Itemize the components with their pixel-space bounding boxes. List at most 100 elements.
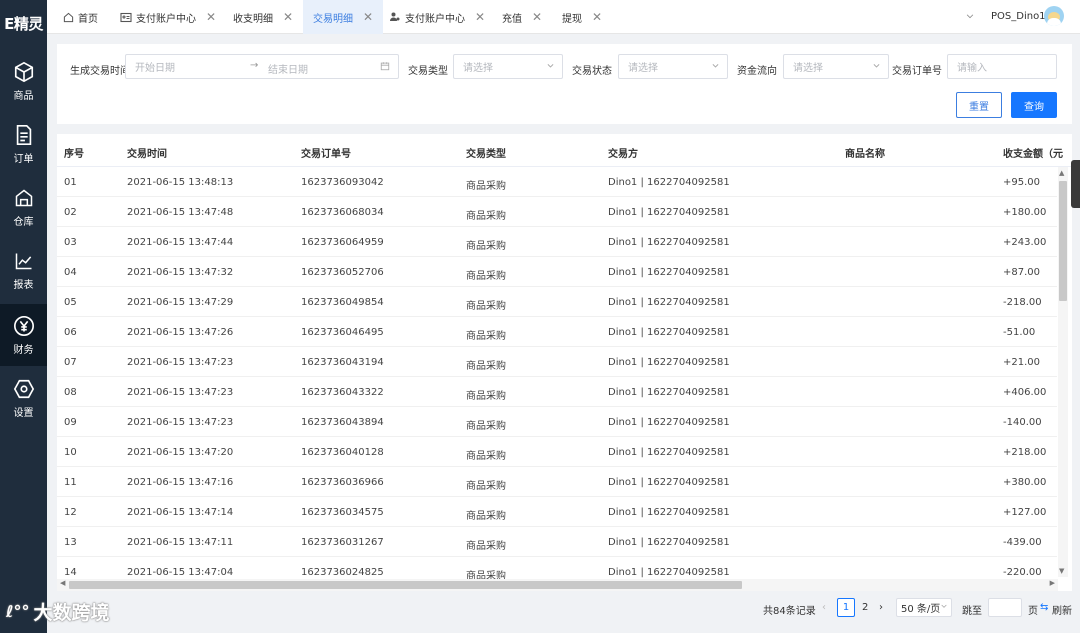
start-date-input[interactable]: 开始日期 (135, 59, 175, 74)
cell-time: 2021-06-15 13:48:13 (127, 177, 234, 188)
reset-button[interactable]: 重置 (956, 92, 1002, 118)
close-icon[interactable]: ✕ (206, 10, 216, 24)
cell-time: 2021-06-15 13:47:11 (127, 537, 234, 548)
sidebar-item-finance[interactable]: 财务 (0, 304, 47, 366)
tab-recharge[interactable]: 充值 ✕ (502, 0, 542, 34)
chevron-down-icon[interactable] (965, 11, 975, 24)
yen-icon (13, 315, 35, 337)
scroll-right-icon[interactable]: ▶ (1050, 579, 1055, 587)
cell-type: 商品采购 (466, 241, 506, 252)
table-row[interactable]: 12 2021-06-15 13:47:14 1623736034575 商品采购 Di… (57, 497, 1057, 527)
cell-no: 07 (64, 357, 77, 368)
sidebar-item-label: 商品 (13, 90, 34, 102)
pagination: 共84条记录 ‹ 1 2 › 50 条/页 跳至 页 ⇆ 刷新 (47, 594, 1080, 622)
tab-payment-center[interactable]: 支付账户中心 ✕ (120, 0, 216, 34)
table-row[interactable]: 08 2021-06-15 13:47:23 1623736043322 商品采购 Di… (57, 377, 1057, 407)
refresh-icon[interactable]: ⇆ (1040, 602, 1048, 613)
table-row[interactable]: 09 2021-06-15 13:47:23 1623736043894 商品采购 Di… (57, 407, 1057, 437)
avatar[interactable] (1044, 6, 1064, 26)
type-select[interactable]: 请选择 (453, 54, 563, 79)
order-input[interactable]: 请输入 (947, 54, 1057, 79)
tab-label: 首页 (78, 13, 98, 25)
transaction-table: 序号 交易时间 交易订单号 交易类型 交易方 商品名称 收支金额（元 01 202… (57, 134, 1072, 591)
calendar-icon (380, 61, 390, 74)
cell-type: 商品采购 (466, 541, 506, 552)
sidebar-item-products[interactable]: 商品 (0, 50, 47, 112)
date-range-picker[interactable]: 开始日期 → 结束日期 (125, 54, 399, 79)
horizontal-scrollbar[interactable]: ◀ ▶ (57, 579, 1058, 591)
flow-select[interactable]: 请选择 (783, 54, 889, 79)
close-icon[interactable]: ✕ (283, 10, 293, 24)
scrollbar-thumb[interactable] (1059, 181, 1067, 301)
table-row[interactable]: 06 2021-06-15 13:47:26 1623736046495 商品采购 Di… (57, 317, 1057, 347)
sidebar-item-settings[interactable]: 设置 (0, 367, 47, 429)
page-2[interactable]: 2 (862, 602, 868, 613)
status-select[interactable]: 请选择 (618, 54, 728, 79)
sidebar-item-reports[interactable]: 报表 (0, 239, 47, 301)
status-label: 交易状态 (572, 66, 612, 77)
tab-home[interactable]: 首页 (63, 0, 98, 34)
status-select-placeholder: 请选择 (628, 63, 658, 74)
cell-party: Dino1 | 1622704092581 (608, 417, 730, 428)
end-date-input[interactable]: 结束日期 (268, 61, 308, 76)
total-records: 共84条记录 (763, 606, 816, 617)
side-drawer-handle[interactable] (1071, 160, 1080, 208)
cell-party: Dino1 | 1622704092581 (608, 207, 730, 218)
close-icon[interactable]: ✕ (532, 10, 542, 24)
page-size-select[interactable]: 50 条/页 (896, 598, 952, 617)
chart-icon (13, 250, 35, 272)
cell-type: 商品采购 (466, 331, 506, 342)
cell-no: 06 (64, 327, 77, 338)
jump-page-input[interactable] (988, 598, 1022, 617)
close-icon[interactable]: ✕ (475, 10, 485, 24)
cell-party: Dino1 | 1622704092581 (608, 537, 730, 548)
table-row[interactable]: 13 2021-06-15 13:47:11 1623736031267 商品采购 Di… (57, 527, 1057, 557)
tab-label: 充值 (502, 13, 522, 25)
table-row[interactable]: 01 2021-06-15 13:48:13 1623736093042 商品采购 Di… (57, 167, 1057, 197)
tab-payment-center-2[interactable]: 支付账户中心 ✕ (389, 0, 485, 34)
scroll-up-icon[interactable]: ▲ (1059, 169, 1064, 177)
cell-amount: +87.00 (1003, 267, 1041, 278)
cell-time: 2021-06-15 13:47:32 (127, 267, 234, 278)
cell-amount: -220.00 (1003, 567, 1042, 578)
table-row[interactable]: 05 2021-06-15 13:47:29 1623736049854 商品采购 Di… (57, 287, 1057, 317)
prev-page-icon[interactable]: ‹ (822, 602, 826, 613)
type-select-placeholder: 请选择 (463, 63, 493, 74)
table-row[interactable]: 02 2021-06-15 13:47:48 1623736068034 商品采购 Di… (57, 197, 1057, 227)
cell-amount: +406.00 (1003, 387, 1047, 398)
next-page-icon[interactable]: › (879, 602, 883, 613)
tab-withdraw[interactable]: 提现 ✕ (562, 0, 602, 34)
table-row[interactable]: 10 2021-06-15 13:47:20 1623736040128 商品采购 Di… (57, 437, 1057, 467)
close-icon[interactable]: ✕ (592, 10, 602, 24)
sidebar-item-orders[interactable]: 订单 (0, 113, 47, 175)
sidebar-item-warehouse[interactable]: 仓库 (0, 176, 47, 238)
tab-income-expense[interactable]: 收支明细 ✕ (233, 0, 293, 34)
table-row[interactable]: 04 2021-06-15 13:47:32 1623736052706 商品采购 Di… (57, 257, 1057, 287)
table-row[interactable]: 07 2021-06-15 13:47:23 1623736043194 商品采购 Di… (57, 347, 1057, 377)
home-icon (63, 12, 74, 23)
cell-no: 08 (64, 387, 77, 398)
user-gear-icon (389, 11, 401, 23)
cell-no: 13 (64, 537, 77, 548)
sidebar-item-label: 财务 (13, 344, 34, 356)
sidebar-item-label: 仓库 (13, 216, 34, 228)
cell-no: 12 (64, 507, 77, 518)
cell-type: 商品采购 (466, 271, 506, 282)
table-row[interactable]: 03 2021-06-15 13:47:44 1623736064959 商品采购 Di… (57, 227, 1057, 257)
username[interactable]: POS_Dino1 (991, 11, 1046, 22)
scrollbar-thumb[interactable] (69, 581, 742, 589)
cell-order: 1623736049854 (301, 297, 384, 308)
table-row[interactable]: 11 2021-06-15 13:47:16 1623736036966 商品采购 Di… (57, 467, 1057, 497)
cell-order: 1623736093042 (301, 177, 384, 188)
refresh-link[interactable]: 刷新 (1052, 602, 1072, 617)
scroll-down-icon[interactable]: ▼ (1059, 567, 1064, 575)
page-1[interactable]: 1 (837, 598, 855, 617)
vertical-scrollbar[interactable]: ▲ ▼ (1058, 167, 1068, 577)
tab-label: 支付账户中心 (405, 13, 465, 25)
tab-transaction-detail[interactable]: 交易明细 ✕ (303, 0, 384, 34)
scroll-left-icon[interactable]: ◀ (60, 579, 65, 587)
query-button[interactable]: 查询 (1011, 92, 1057, 118)
close-icon[interactable]: ✕ (363, 10, 373, 24)
document-icon (13, 124, 35, 146)
cell-time: 2021-06-15 13:47:14 (127, 507, 234, 518)
